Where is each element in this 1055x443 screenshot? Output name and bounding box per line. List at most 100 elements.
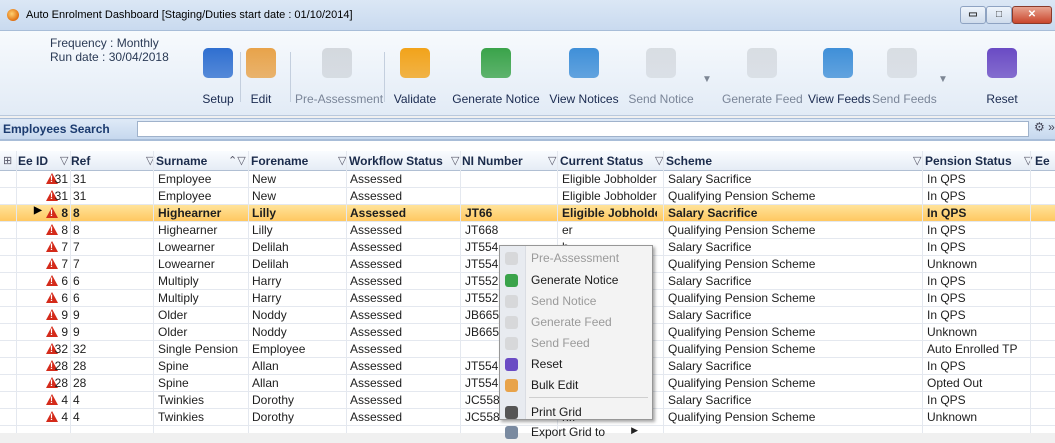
col-ee-id[interactable]: Ee ID (18, 154, 48, 168)
menu-item-print-grid[interactable]: Print Grid (500, 402, 652, 423)
export-icon (505, 426, 518, 439)
cell-workflow: Assessed (350, 274, 403, 288)
cell-surname: Employee (158, 189, 212, 203)
col-ref[interactable]: Ref (71, 154, 90, 168)
toolbar-button-label: Setup (202, 92, 234, 106)
col-pension-status[interactable]: Pension Status (925, 154, 1012, 168)
run-info: Frequency : Monthly Run date : 30/04/201… (50, 36, 169, 64)
grid-column-divider (922, 151, 923, 433)
table-row[interactable]: ▶88HighearnerLillyAssessedJT66Eligible J… (0, 205, 1055, 222)
cell-ref: 32 (73, 342, 87, 356)
filter-icon[interactable]: ▽ (1024, 154, 1032, 167)
cell-pension: In QPS (927, 223, 966, 237)
toolbar-button-label: Send Notice (628, 92, 694, 106)
col-ni-number[interactable]: NI Number (462, 154, 523, 168)
menu-item-send-notice[interactable]: Send Notice (500, 291, 652, 312)
table-row[interactable]: 31 31 Employee New Assessed Eligible Jobholde… (0, 188, 1055, 205)
menu-item-generate-feed[interactable]: Generate Feed (500, 312, 652, 333)
cell-forename: Delilah (252, 240, 289, 254)
generate-notice-button[interactable]: Generate Notice (447, 48, 545, 108)
cell-pension: Unknown (927, 257, 978, 271)
table-row[interactable]: 31 31 Employee New Assessed Eligible Jobholde… (0, 171, 1055, 188)
reset-button[interactable]: Reset (982, 48, 1022, 108)
edit-button[interactable]: Edit (245, 48, 277, 108)
dropdown-caret-icon[interactable]: ▼ (938, 74, 948, 85)
col-forename[interactable]: Forename (251, 154, 308, 168)
filter-icon[interactable]: ▽ (60, 154, 68, 167)
grid-column-divider (248, 151, 249, 433)
send-feeds-button[interactable]: Send Feeds (872, 48, 937, 108)
dropdown-caret-icon[interactable]: ▼ (702, 74, 712, 85)
menu-item-label: Print Grid (531, 405, 582, 419)
cell-forename: Lilly (252, 223, 273, 237)
cell-pension: Opted Out (927, 376, 983, 390)
cell-scheme: Qualifying Pension Scheme (668, 257, 816, 271)
cell-forename: Noddy (252, 325, 287, 339)
sort-icon[interactable]: ⌃▽ (228, 154, 246, 167)
pre-assessment-button[interactable]: Pre-Assessment (295, 48, 383, 108)
send-notice-button[interactable]: Send Notice (626, 48, 696, 108)
view-notices-button[interactable]: View Notices (548, 48, 620, 108)
context-menu: Pre-Assessment Generate Notice Send Notice… (499, 245, 653, 439)
menu-item-label: Generate Feed (531, 315, 612, 329)
cell-forename: Employee (252, 342, 306, 356)
setup-button[interactable]: Setup (198, 48, 238, 108)
cell-surname: Older (158, 308, 188, 322)
menu-item-send-feed[interactable]: Send Feed (500, 333, 652, 354)
reset-icon (505, 358, 518, 371)
cell-pension: Unknown (927, 325, 978, 339)
cell-ref: 31 (73, 189, 87, 203)
pre-assessment-icon (322, 48, 352, 78)
generate-feed-button[interactable]: Generate Feed (722, 48, 803, 108)
col-ee[interactable]: Ee (1035, 154, 1050, 168)
menu-item-reset[interactable]: Reset (500, 354, 652, 375)
minimize-button[interactable]: ▭ (960, 6, 986, 24)
cell-forename: Lilly (252, 206, 277, 220)
view-notices-icon (569, 48, 599, 78)
validate-icon (400, 48, 430, 78)
cell-status: Eligible Jobholder (562, 189, 657, 203)
cell-workflow: Assessed (350, 359, 403, 373)
view-feeds-button[interactable]: View Feeds (808, 48, 870, 108)
cell-ref: 7 (73, 240, 80, 254)
col-scheme[interactable]: Scheme (666, 154, 712, 168)
generate-feed-icon (747, 48, 777, 78)
validate-button[interactable]: Validate (390, 48, 440, 108)
grid-column-divider (153, 151, 154, 433)
toolbar-separator (290, 52, 291, 102)
cell-forename: Dorothy (252, 410, 295, 424)
col-workflow-status[interactable]: Workflow Status (349, 154, 443, 168)
menu-item-generate-notice[interactable]: Generate Notice (500, 270, 652, 291)
menu-item-export-grid-to[interactable]: Export Grid to ▶ (500, 422, 652, 443)
run-date-label: Run date : 30/04/2018 (50, 50, 169, 64)
setup-icon (203, 48, 233, 78)
cell-id: 31 (54, 172, 68, 186)
cell-pension: Auto Enrolled TP (927, 342, 1018, 356)
send-notice-icon (646, 48, 676, 78)
cell-scheme: Salary Sacrifice (668, 359, 752, 373)
menu-item-bulk-edit[interactable]: Bulk Edit (500, 375, 652, 396)
search-options-icon[interactable]: ⚙ » (1034, 120, 1055, 134)
employees-search-label: Employees Search (3, 122, 110, 136)
toolbar-separator (384, 52, 385, 102)
maximize-button[interactable]: □ (986, 6, 1012, 24)
cell-scheme: Qualifying Pension Scheme (668, 223, 816, 237)
filter-icon[interactable]: ▽ (913, 154, 921, 167)
column-chooser-icon[interactable]: ⊞ (3, 154, 12, 167)
col-surname[interactable]: Surname (156, 154, 207, 168)
table-row[interactable]: 88 Highearner Lilly Assessed JT668 er Qualifyi… (0, 222, 1055, 239)
reset-icon (987, 48, 1017, 78)
close-button[interactable]: ✕ (1012, 6, 1052, 24)
col-current-status[interactable]: Current Status (560, 154, 643, 168)
toolbar-button-label: Generate Notice (452, 92, 540, 106)
filter-icon[interactable]: ▽ (451, 154, 459, 167)
cell-scheme: Qualifying Pension Scheme (668, 342, 816, 356)
cell-id: 9 (61, 325, 68, 339)
search-input[interactable] (137, 121, 1029, 137)
cell-surname: Older (158, 325, 188, 339)
menu-item-pre-assessment[interactable]: Pre-Assessment (500, 248, 652, 269)
cell-id: 8 (61, 223, 68, 237)
cell-surname: Spine (158, 376, 189, 390)
cell-surname: Lowearner (158, 240, 215, 254)
filter-icon[interactable]: ▽ (548, 154, 556, 167)
